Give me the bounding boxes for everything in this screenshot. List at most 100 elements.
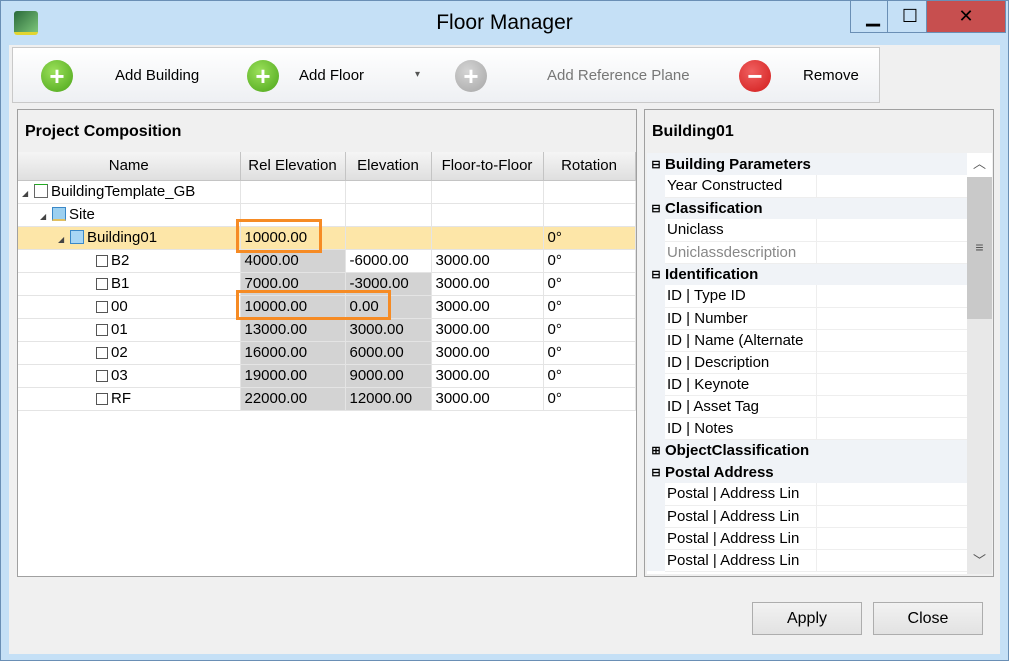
table-row[interactable]: ◢ Building01 10000.00 0° — [18, 226, 636, 250]
property-row[interactable]: Postal | Address Lin — [647, 483, 967, 506]
floor-to-floor-cell[interactable]: 3000.00 — [431, 249, 544, 273]
property-row[interactable]: Postal | Address Lin — [647, 527, 967, 550]
close-button[interactable]: Close — [873, 602, 983, 635]
rel-elevation-cell[interactable]: 22000.00 — [240, 387, 346, 411]
column-header-name[interactable]: Name — [18, 152, 241, 181]
property-value[interactable] — [816, 241, 967, 264]
elevation-cell[interactable] — [345, 180, 432, 204]
scroll-up-icon[interactable]: ︿ — [967, 153, 992, 177]
property-value[interactable] — [816, 329, 967, 352]
column-header-rel-elevation[interactable]: Rel Elevation — [240, 152, 346, 181]
property-value[interactable] — [816, 351, 967, 374]
rotation-cell[interactable]: 0° — [543, 226, 636, 250]
table-row[interactable]: 01 13000.00 3000.00 3000.00 0° — [18, 318, 636, 342]
table-row[interactable]: ◢ Site — [18, 203, 636, 227]
add-building-button[interactable]: + Add Building — [41, 48, 216, 104]
elevation-cell[interactable] — [345, 226, 432, 250]
expand-toggle-icon[interactable]: ◢ — [58, 235, 70, 244]
rotation-cell[interactable]: 0° — [543, 387, 636, 411]
property-category[interactable]: ⊞ ObjectClassification — [647, 439, 967, 461]
rel-elevation-cell[interactable]: 13000.00 — [240, 318, 346, 342]
rel-elevation-cell[interactable]: 16000.00 — [240, 341, 346, 365]
properties-scrollbar[interactable]: ︿ ≡ ﹀ — [967, 153, 992, 574]
elevation-cell[interactable]: 9000.00 — [345, 364, 432, 388]
property-value[interactable] — [816, 549, 967, 572]
property-category[interactable]: ⊟ Postal Address — [647, 461, 967, 483]
property-row[interactable]: Year Constructed — [647, 175, 967, 198]
property-row[interactable]: ID | Name (Alternate — [647, 329, 967, 352]
floor-to-floor-cell[interactable] — [431, 180, 544, 204]
property-row[interactable]: ID | Notes — [647, 417, 967, 440]
apply-button[interactable]: Apply — [752, 602, 862, 635]
remove-button[interactable]: − Remove — [739, 48, 869, 104]
floor-to-floor-cell[interactable]: 3000.00 — [431, 387, 544, 411]
property-value[interactable] — [816, 483, 967, 506]
table-row[interactable]: RF 22000.00 12000.00 3000.00 0° — [18, 387, 636, 411]
elevation-cell[interactable]: 12000.00 — [345, 387, 432, 411]
property-category[interactable]: ⊟ Identification — [647, 263, 967, 285]
property-row[interactable]: ID | Description — [647, 351, 967, 374]
property-value[interactable] — [816, 175, 967, 198]
floor-to-floor-cell[interactable] — [431, 226, 544, 250]
floor-to-floor-cell[interactable]: 3000.00 — [431, 318, 544, 342]
expand-toggle-icon[interactable]: ◢ — [40, 212, 52, 221]
property-category[interactable]: ⊟ Building Parameters — [647, 153, 967, 175]
property-row[interactable]: Uniclassdescription — [647, 241, 967, 264]
property-row[interactable]: ID | Keynote — [647, 373, 967, 396]
property-value[interactable] — [816, 373, 967, 396]
floor-to-floor-cell[interactable]: 3000.00 — [431, 341, 544, 365]
add-reference-plane-button[interactable]: + Add Reference Plane — [455, 48, 705, 104]
table-row[interactable]: B2 4000.00 -6000.00 3000.00 0° — [18, 249, 636, 273]
rotation-cell[interactable] — [543, 180, 636, 204]
property-row[interactable]: ID | Asset Tag — [647, 395, 967, 418]
add-floor-button[interactable]: + Add Floor — [247, 48, 397, 104]
elevation-cell[interactable] — [345, 203, 432, 227]
scroll-down-icon[interactable]: ﹀ — [967, 550, 992, 574]
floor-to-floor-cell[interactable]: 3000.00 — [431, 364, 544, 388]
expand-icon[interactable]: ⊞ — [647, 439, 665, 461]
rotation-cell[interactable]: 0° — [543, 295, 636, 319]
rotation-cell[interactable]: 0° — [543, 364, 636, 388]
collapse-icon[interactable]: ⊟ — [647, 461, 665, 483]
close-window-button[interactable]: ✕ — [926, 1, 1006, 33]
rotation-cell[interactable] — [543, 203, 636, 227]
property-value[interactable] — [816, 307, 967, 330]
table-row[interactable]: ◢ BuildingTemplate_GB — [18, 180, 636, 204]
scroll-thumb[interactable]: ≡ — [967, 177, 992, 319]
rotation-cell[interactable]: 0° — [543, 272, 636, 296]
elevation-cell[interactable]: -6000.00 — [345, 249, 432, 273]
property-row[interactable]: ID | Number — [647, 307, 967, 330]
floor-to-floor-cell[interactable]: 3000.00 — [431, 295, 544, 319]
floor-to-floor-cell[interactable]: 3000.00 — [431, 272, 544, 296]
rel-elevation-cell[interactable]: 19000.00 — [240, 364, 346, 388]
property-value[interactable] — [816, 417, 967, 440]
collapse-icon[interactable]: ⊟ — [647, 263, 665, 285]
rotation-cell[interactable]: 0° — [543, 341, 636, 365]
floor-grid: Name Rel Elevation Elevation Floor-to-Fl… — [18, 152, 636, 411]
property-value[interactable] — [816, 285, 967, 308]
property-row[interactable]: ID | Type ID — [647, 285, 967, 308]
elevation-cell[interactable]: 3000.00 — [345, 318, 432, 342]
collapse-icon[interactable]: ⊟ — [647, 197, 665, 219]
floor-to-floor-cell[interactable] — [431, 203, 544, 227]
property-value[interactable] — [816, 527, 967, 550]
elevation-cell[interactable]: 6000.00 — [345, 341, 432, 365]
property-row[interactable]: Postal | Address Lin — [647, 505, 967, 528]
expand-toggle-icon[interactable]: ◢ — [22, 189, 34, 198]
property-value[interactable] — [816, 395, 967, 418]
property-row[interactable]: Postal | Address Lin — [647, 549, 967, 572]
rel-elevation-cell[interactable] — [240, 180, 346, 204]
column-header-elevation[interactable]: Elevation — [345, 152, 432, 181]
table-row[interactable]: 02 16000.00 6000.00 3000.00 0° — [18, 341, 636, 365]
column-header-floor-to-floor[interactable]: Floor-to-Floor — [431, 152, 544, 181]
rotation-cell[interactable]: 0° — [543, 318, 636, 342]
property-value[interactable] — [816, 219, 967, 242]
property-value[interactable] — [816, 505, 967, 528]
property-category[interactable]: ⊟ Classification — [647, 197, 967, 219]
property-row[interactable]: Uniclass — [647, 219, 967, 242]
table-row[interactable]: 03 19000.00 9000.00 3000.00 0° — [18, 364, 636, 388]
add-floor-dropdown-icon[interactable]: ▾ — [415, 69, 420, 80]
column-header-rotation[interactable]: Rotation — [543, 152, 636, 181]
collapse-icon[interactable]: ⊟ — [647, 153, 665, 175]
rotation-cell[interactable]: 0° — [543, 249, 636, 273]
